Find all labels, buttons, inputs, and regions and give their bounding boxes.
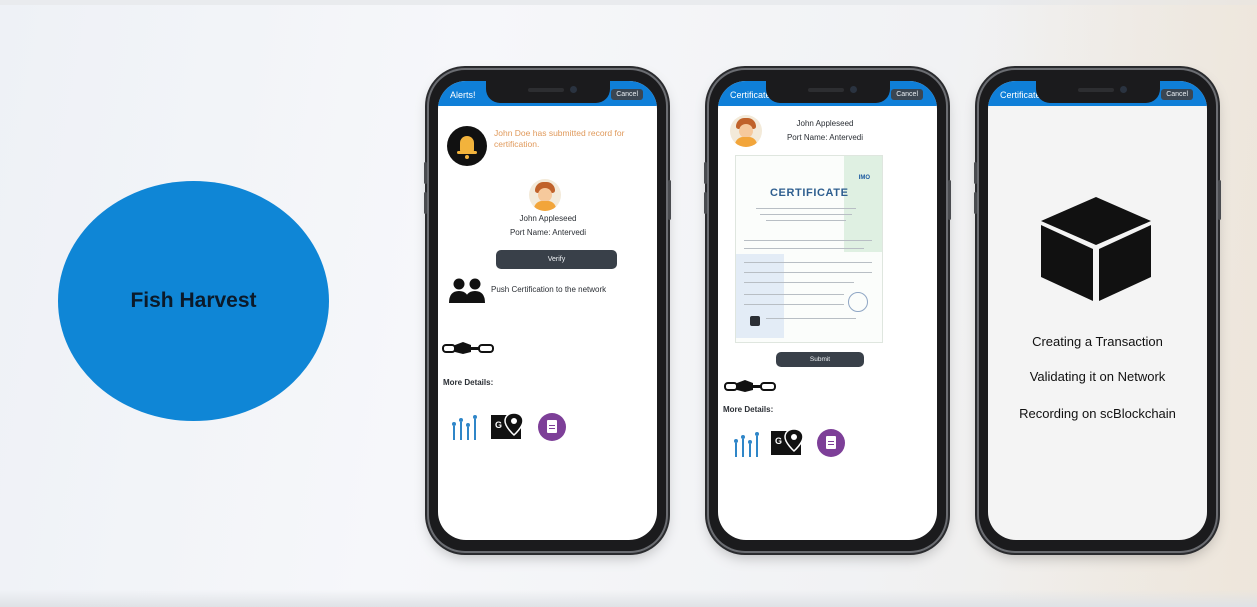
certificate-text-line xyxy=(744,282,854,283)
stats-icon[interactable] xyxy=(450,414,482,440)
bell-icon xyxy=(447,126,487,166)
push-certification-label: Push Certification to the network xyxy=(491,285,607,294)
power-button xyxy=(668,180,671,220)
power-button xyxy=(948,180,951,220)
certificate-stamp xyxy=(848,292,868,312)
avatar xyxy=(529,179,561,211)
certificate-blue-band xyxy=(736,254,784,338)
phone-screen: Certificate Cancel Creating a Transactio… xyxy=(988,81,1207,540)
certificate-text-line xyxy=(744,304,844,305)
screen-title: Certificate xyxy=(1000,90,1041,100)
cancel-button[interactable]: Cancel xyxy=(1161,89,1193,100)
certificate-text-line xyxy=(766,220,846,221)
volume-up-button xyxy=(424,162,427,184)
certificate-green-band xyxy=(844,156,882,252)
notch xyxy=(765,81,890,103)
screen-title: Certificate xyxy=(730,90,771,100)
svg-text:G: G xyxy=(495,420,502,430)
map-icon[interactable]: G xyxy=(490,411,526,441)
camera xyxy=(1119,86,1127,93)
certificate-text-line xyxy=(744,272,872,273)
certificate-badge xyxy=(750,316,760,326)
blockchain-logo xyxy=(442,342,494,354)
more-details-label: More Details: xyxy=(723,405,774,414)
avatar xyxy=(730,115,762,147)
svg-text:G: G xyxy=(775,436,782,446)
port-name: Port Name: Antervedi xyxy=(509,228,587,237)
phone-certificate: Certificate Cancel John Appleseed Port N… xyxy=(704,70,951,551)
camera xyxy=(569,86,577,93)
verify-button[interactable]: Verify xyxy=(496,250,617,269)
speaker xyxy=(1077,88,1114,92)
speaker xyxy=(527,88,564,92)
notch xyxy=(1035,81,1160,103)
step-record-blockchain: Recording on scBlockchain xyxy=(1019,406,1176,421)
user-name: John Appleseed xyxy=(796,119,854,128)
phone-alerts: Alerts! Cancel John Doe has submitted re… xyxy=(424,70,671,551)
phone-screen: Alerts! Cancel John Doe has submitted re… xyxy=(438,81,657,540)
stats-icon[interactable] xyxy=(732,431,764,457)
volume-up-button xyxy=(974,162,977,184)
phone-transaction: Certificate Cancel Creating a Transactio… xyxy=(974,70,1221,551)
power-button xyxy=(1218,180,1221,220)
volume-down-button xyxy=(704,192,707,214)
certificate-text-line xyxy=(756,208,856,209)
speaker xyxy=(807,88,844,92)
cube-icon xyxy=(1041,197,1151,301)
phone-screen: Certificate Cancel John Appleseed Port N… xyxy=(718,81,937,540)
more-details-label: More Details: xyxy=(443,378,494,387)
users-icon xyxy=(449,278,485,303)
screen-title: Alerts! xyxy=(450,90,476,100)
step-validate-network: Validating it on Network xyxy=(1029,369,1166,384)
cancel-button[interactable]: Cancel xyxy=(611,89,643,100)
certificate-text-line xyxy=(744,262,872,263)
certificate-title: CERTIFICATE xyxy=(770,187,849,199)
fish-harvest-bubble: Fish Harvest xyxy=(58,181,329,421)
volume-up-button xyxy=(704,162,707,184)
blockchain-logo xyxy=(724,380,776,392)
certificate-image[interactable]: IMO CERTIFICATE xyxy=(735,155,883,343)
cancel-button[interactable]: Cancel xyxy=(891,89,923,100)
document-icon[interactable] xyxy=(538,413,566,441)
certificate-text-line xyxy=(744,248,864,249)
certificate-text-line xyxy=(744,294,844,295)
port-name: Port Name: Antervedi xyxy=(786,133,864,142)
user-name: John Appleseed xyxy=(519,214,577,223)
bottom-strip xyxy=(0,590,1257,607)
certificate-text-line xyxy=(766,318,856,319)
slide: Fish Harvest Alerts! Cancel John Doe has… xyxy=(0,0,1257,607)
volume-down-button xyxy=(424,192,427,214)
notch xyxy=(485,81,610,103)
submit-button[interactable]: Submit xyxy=(776,352,864,367)
step-create-transaction: Creating a Transaction xyxy=(1032,334,1163,349)
certificate-text-line xyxy=(760,214,852,215)
map-icon[interactable]: G xyxy=(770,427,806,457)
fish-harvest-label: Fish Harvest xyxy=(130,289,257,312)
camera xyxy=(849,86,857,93)
alert-message: John Doe has submitted record for certif… xyxy=(494,128,625,149)
document-icon[interactable] xyxy=(817,429,845,457)
volume-down-button xyxy=(974,192,977,214)
certificate-logo: IMO xyxy=(858,175,870,181)
certificate-text-line xyxy=(744,240,872,241)
